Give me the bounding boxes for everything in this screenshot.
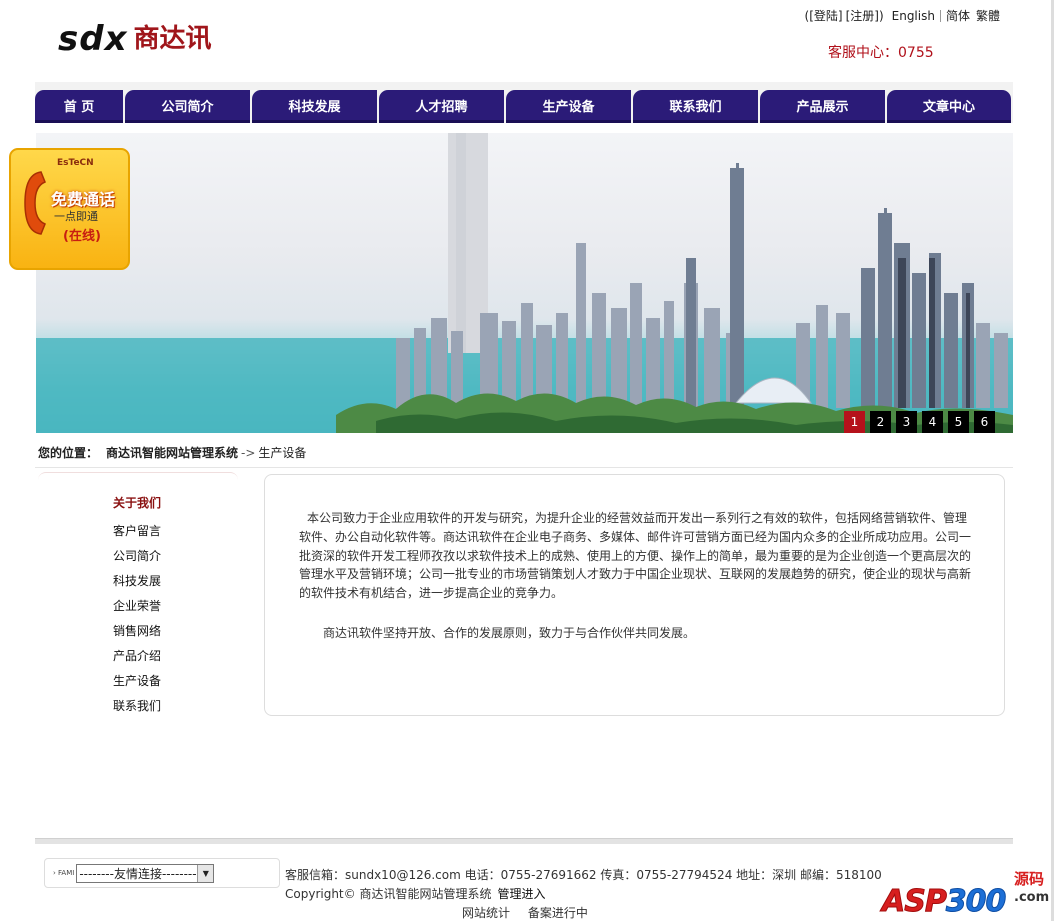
breadcrumb: 您的位置： 商达讯智能网站管理系统 -> 生产设备	[35, 438, 1013, 468]
watermark-com: .com	[1014, 890, 1050, 905]
free-call-widget[interactable]: EsTeCN 免费通话 一点即通 (在线)	[9, 148, 130, 270]
sidebar: 关于我们 客户留言 公司简介 科技发展 企业荣誉 销售网络 产品介绍 生产设备 …	[38, 472, 238, 722]
register-link[interactable]: [注册]	[846, 7, 879, 24]
sidebar-menu: 客户留言 公司简介 科技发展 企业荣誉 销售网络 产品介绍 生产设备 联系我们	[113, 522, 161, 722]
watermark-num: 300	[945, 884, 1007, 920]
nav-item-contact[interactable]: 联系我们	[633, 90, 758, 123]
divider	[939, 9, 941, 22]
footer-divider	[35, 838, 1013, 844]
callbox-brand: EsTeCN	[57, 158, 94, 168]
site-stats-link[interactable]: 网站统计	[462, 906, 510, 920]
friend-links-box: › FAMI --------友情连接-------- ▼	[44, 858, 280, 888]
slide-button-6[interactable]: 6	[974, 411, 995, 433]
login-link[interactable]: [登陆]	[809, 7, 842, 24]
simplified-link[interactable]: 简体	[946, 7, 970, 24]
breadcrumb-arrow: ->	[241, 445, 256, 460]
slide-button-2[interactable]: 2	[870, 411, 891, 433]
close-paren: )	[878, 8, 884, 23]
callbox-free-call: 免费通话	[51, 190, 116, 209]
sidebar-item-tech[interactable]: 科技发展	[113, 572, 161, 597]
sidebar-item-sales-network[interactable]: 销售网络	[113, 622, 161, 647]
nav-item-home[interactable]: 首 页	[35, 90, 123, 123]
watermark-yuan: 源码	[1014, 870, 1045, 888]
slide-button-5[interactable]: 5	[948, 411, 969, 433]
nav-item-equipment[interactable]: 生产设备	[506, 90, 631, 123]
callbox-one-click: 一点即通	[54, 210, 98, 223]
main-nav: 首 页 公司简介 科技发展 人才招聘 生产设备 联系我们 产品展示 文章中心	[35, 90, 1013, 123]
sidebar-item-equipment[interactable]: 生产设备	[113, 672, 161, 697]
hotline-text: 客服中心：0755	[828, 45, 934, 61]
nav-item-jobs[interactable]: 人才招聘	[379, 90, 504, 123]
friend-links-selected: --------友情连接--------	[79, 866, 197, 881]
main-content: 本公司致力于企业应用软件的开发与研究，为提升企业的经营效益而开发出一系列行之有效…	[264, 474, 1005, 716]
development-principle-paragraph: 商达讯软件坚持开放、合作的发展原则，致力于与合作伙伴共同发展。	[323, 626, 696, 640]
sidebar-item-products[interactable]: 产品介绍	[113, 647, 161, 672]
phone-handset-icon	[24, 171, 46, 235]
sidebar-item-contact[interactable]: 联系我们	[113, 697, 161, 722]
city-skyline-illustration	[36, 133, 1013, 433]
admin-login-link[interactable]: 管理进入	[497, 887, 545, 901]
top-links: ( [登陆] [注册] ) English 简体 繁體	[805, 7, 1001, 24]
watermark-asp: ASP300	[882, 884, 1007, 920]
asp300-watermark-logo: ASP300 源码 .com	[882, 866, 1050, 920]
hero-banner[interactable]: 1 2 3 4 5 6	[36, 133, 1013, 433]
slide-pager: 1 2 3 4 5 6	[844, 411, 995, 433]
nav-item-about[interactable]: 公司简介	[125, 90, 250, 123]
breadcrumb-current: 生产设备	[258, 446, 307, 460]
site-logo[interactable]: sdx 商达讯	[58, 22, 212, 56]
sidebar-item-honors[interactable]: 企业荣誉	[113, 597, 161, 622]
sidebar-title: 关于我们	[113, 496, 162, 510]
breadcrumb-home-link[interactable]: 商达讯智能网站管理系统	[106, 444, 238, 461]
watermark-asp-text: ASP	[882, 884, 948, 920]
callbox-online: (在线)	[63, 229, 101, 244]
nav-bar: 首 页 公司简介 科技发展 人才招聘 生产设备 联系我们 产品展示 文章中心	[35, 82, 1013, 123]
logo-sdx: sdx	[58, 19, 128, 59]
slide-button-3[interactable]: 3	[896, 411, 917, 433]
footer-contact-info: 客服信箱：sundx10@126.com 电话：0755-27691662 传真…	[285, 868, 882, 882]
friend-links-tag: › FAMI	[53, 869, 75, 877]
breadcrumb-label: 您的位置：	[38, 446, 99, 460]
nav-item-articles[interactable]: 文章中心	[887, 90, 1011, 123]
friend-links-select[interactable]: --------友情连接-------- ▼	[76, 863, 215, 883]
slide-button-4[interactable]: 4	[922, 411, 943, 433]
company-intro-paragraph: 本公司致力于企业应用软件的开发与研究，为提升企业的经营效益而开发出一系列行之有效…	[299, 511, 972, 601]
icp-record-text: 备案进行中	[527, 906, 588, 920]
sidebar-item-messages[interactable]: 客户留言	[113, 522, 161, 547]
footer-copyright-line: Copyright© 商达讯智能网站管理系统 管理进入	[285, 885, 545, 902]
english-link[interactable]: English	[892, 9, 935, 23]
logo-brand-name: 商达讯	[133, 24, 212, 54]
traditional-link[interactable]: 繁體	[976, 7, 1000, 24]
nav-item-products[interactable]: 产品展示	[760, 90, 885, 123]
nav-item-tech[interactable]: 科技发展	[252, 90, 377, 123]
footer-links: 网站统计 备案进行中	[462, 904, 602, 921]
chevron-down-icon[interactable]: ▼	[197, 864, 214, 882]
slide-button-1[interactable]: 1	[844, 411, 865, 433]
footer-copyright: Copyright© 商达讯智能网站管理系统	[285, 887, 492, 901]
sidebar-item-about[interactable]: 公司简介	[113, 547, 161, 572]
